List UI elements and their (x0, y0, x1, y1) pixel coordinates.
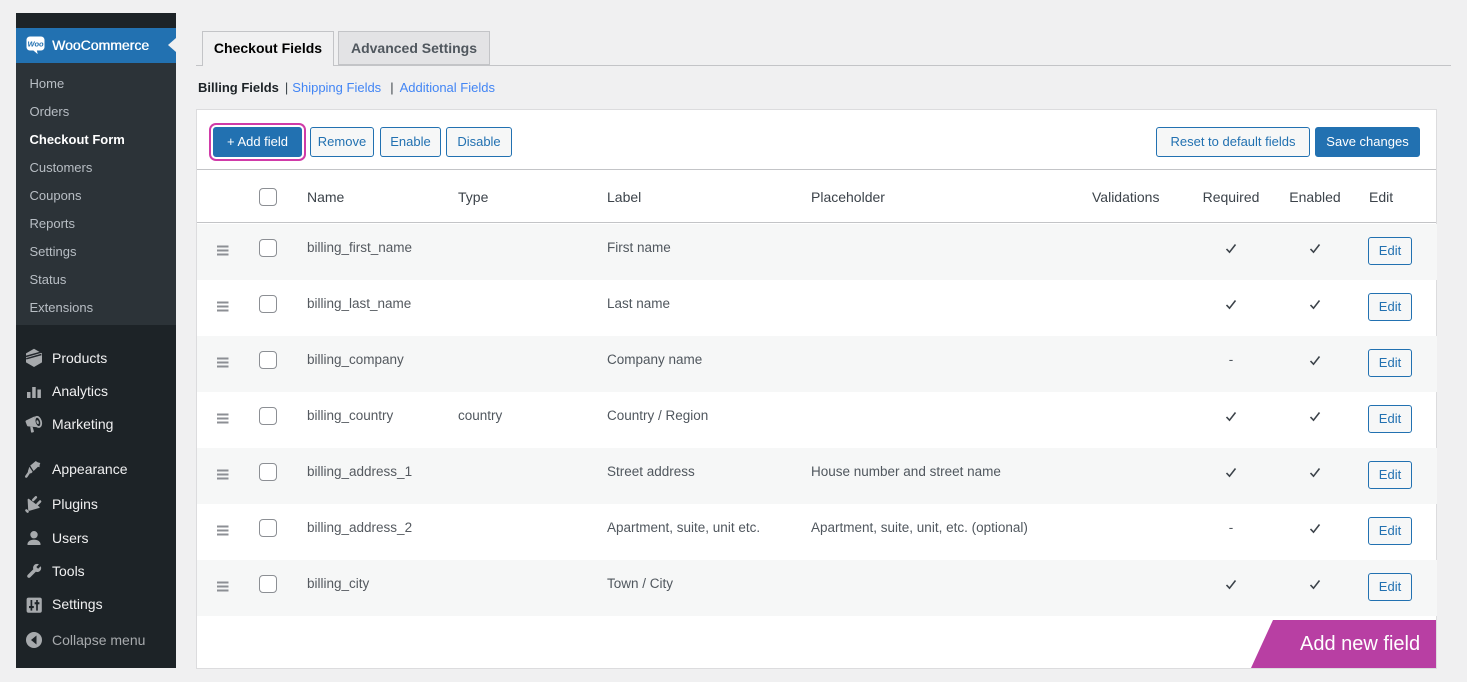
svg-text:Woo: Woo (27, 40, 44, 49)
